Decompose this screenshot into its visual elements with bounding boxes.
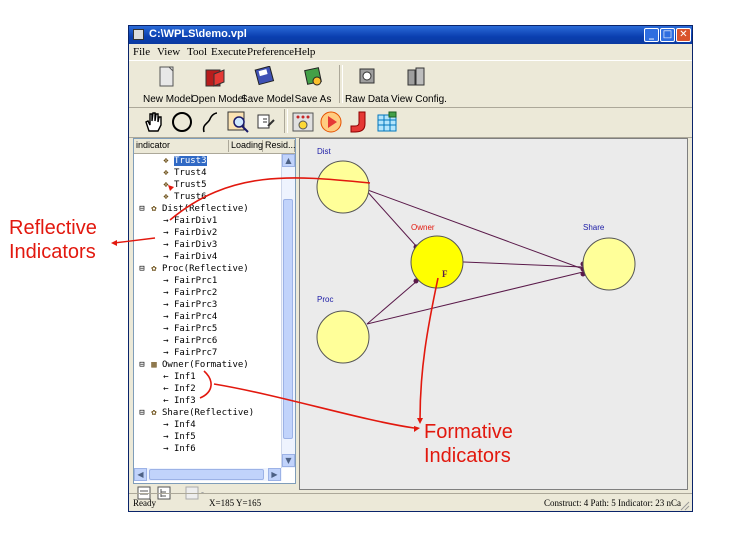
annotation-overlay xyxy=(111,177,439,432)
reflective-arrow xyxy=(169,177,371,221)
formative-arrow-up-head xyxy=(417,418,423,424)
formative-brace xyxy=(199,370,212,399)
reflective-annotation-line2: Indicators xyxy=(9,241,96,263)
reflective-arrowhead xyxy=(168,185,174,191)
reflective-annotation: Reflective Indicators xyxy=(9,216,97,264)
formative-arrowhead xyxy=(414,426,420,432)
reflective-pointer xyxy=(113,237,156,244)
formative-annotation-line1: Formative xyxy=(424,421,513,443)
reflective-pointer-head xyxy=(111,240,117,246)
formative-annotation: Formative Indicators xyxy=(424,420,513,468)
reflective-annotation-line1: Reflective xyxy=(9,217,97,239)
formative-arrow-up xyxy=(419,277,439,421)
formative-annotation-line2: Indicators xyxy=(424,445,511,467)
formative-arrow-left xyxy=(213,383,415,429)
